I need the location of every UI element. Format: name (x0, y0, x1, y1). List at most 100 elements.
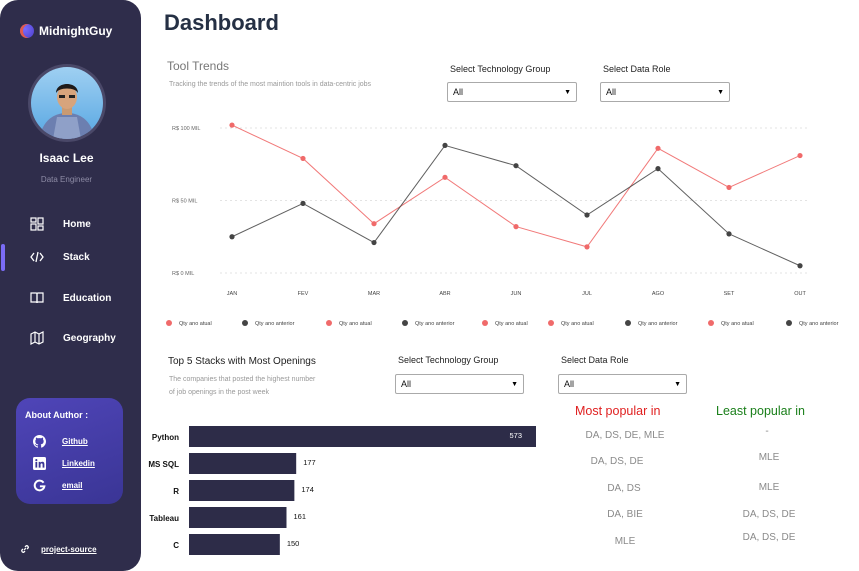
bar-value-label: 573 (509, 431, 522, 440)
x-tick-label: FEV (298, 291, 309, 297)
most-popular-python: DA, DS, DE, MLE (585, 430, 665, 441)
data-point (584, 244, 590, 250)
legend-label: Qty ano atual (339, 321, 372, 327)
about-author-title: About Author : (25, 410, 89, 420)
least-popular-c: DA, DS, DE (742, 532, 796, 543)
bar-category-label: Python (152, 433, 179, 442)
chevron-down-icon: ▼ (674, 381, 681, 388)
least-popular-mssql: MLE (758, 452, 780, 463)
nav-label-education: Education (63, 292, 112, 304)
data-point (442, 142, 448, 148)
data-point (229, 234, 235, 240)
x-tick-label: ABR (439, 291, 450, 297)
chevron-down-icon: ▼ (717, 89, 724, 96)
data-point (655, 166, 661, 172)
top-stacks-subtitle-1: The companies that posted the highest nu… (169, 376, 316, 383)
user-name: Isaac Lee (39, 151, 94, 165)
y-tick-label: R$ 100 MIL (172, 126, 200, 132)
github-link[interactable]: Github (33, 435, 88, 448)
legend-label: Qty ano anterior (415, 321, 455, 327)
data-point (513, 163, 519, 169)
nav-item-education[interactable]: Education (0, 285, 141, 311)
nav-label-home: Home (63, 218, 91, 230)
linkedin-icon (33, 457, 46, 470)
nav-label-stack: Stack (63, 251, 90, 263)
linkedin-link[interactable]: Linkedin (33, 457, 95, 470)
bar (189, 453, 297, 474)
link-icon (21, 545, 29, 553)
bar-category-label: C (173, 541, 179, 550)
nav-item-home[interactable]: Home (0, 211, 141, 237)
most-popular-tableau: DA, BIE (607, 509, 643, 520)
page-title: Dashboard (164, 10, 279, 35)
stacks-data-role-value: All (564, 379, 575, 389)
legend-label: Qty ano atual (179, 321, 212, 327)
data-point (300, 155, 306, 162)
github-icon (33, 435, 46, 448)
brand[interactable]: MidnightGuy (20, 24, 112, 38)
stacks-tech-group-value: All (401, 379, 412, 389)
bar (189, 480, 295, 501)
stacks-data-role-select[interactable]: All ▼ (558, 374, 687, 394)
legend-marker (166, 320, 172, 326)
trends-tech-group-label: Select Technology Group (450, 64, 551, 74)
bar-category-label: MS SQL (148, 460, 179, 469)
google-icon (33, 479, 46, 492)
brand-logo-icon (20, 24, 34, 38)
x-tick-label: OUT (794, 291, 806, 297)
data-point (371, 239, 377, 246)
most-popular-header: Most popular in (575, 404, 661, 418)
legend-marker (402, 320, 408, 326)
project-source-label: project-source (41, 544, 97, 554)
legend-label: Qty ano atual (495, 321, 528, 327)
chevron-down-icon: ▼ (511, 381, 518, 388)
legend-label: Qty ano anterior (638, 321, 678, 327)
chevron-down-icon: ▼ (564, 89, 571, 96)
bar-category-label: R (173, 487, 179, 496)
nav-item-stack[interactable]: Stack (0, 244, 141, 270)
user-role: Data Engineer (40, 175, 93, 184)
least-popular-header: Least popular in (716, 404, 805, 418)
x-tick-label: AGO (652, 291, 665, 297)
data-point (726, 231, 732, 237)
data-point (584, 212, 590, 218)
data-point (797, 263, 803, 269)
x-tick-label: MAR (368, 291, 380, 297)
data-point (655, 145, 661, 151)
legend-label: Qty ano atual (561, 321, 594, 327)
linkedin-label: Linkedin (62, 459, 95, 468)
trends-data-role-select[interactable]: All ▼ (600, 82, 730, 102)
about-author-card: About Author : Github Linkedin email (16, 398, 123, 504)
bar (189, 426, 536, 447)
avatar-photo (31, 67, 103, 139)
brand-name: MidnightGuy (39, 24, 113, 38)
x-tick-label: JUL (582, 291, 592, 297)
nav-item-geography[interactable]: Geography (0, 325, 141, 351)
sidebar: MidnightGuy Isaac Lee Data Engineer Home… (0, 0, 141, 571)
legend-marker (242, 320, 248, 326)
top-stacks-subtitle-2: of job openings in the post week (169, 389, 270, 396)
stacks-tech-group-select[interactable]: All ▼ (395, 374, 524, 394)
legend-label: Qty ano atual (721, 321, 754, 327)
nav-label-geography: Geography (63, 332, 116, 344)
code-icon (30, 251, 44, 263)
stacks-data-role-label: Select Data Role (561, 355, 629, 365)
trends-tech-group-select[interactable]: All ▼ (447, 82, 577, 102)
project-source-link[interactable]: project-source (20, 544, 97, 554)
bar (189, 534, 280, 555)
bar-value-label: 150 (287, 539, 300, 548)
data-point (442, 174, 448, 180)
top-stacks-title: Top 5 Stacks with Most Openings (168, 356, 316, 367)
github-label: Github (62, 437, 88, 446)
tool-trends-chart: R$ 0 MIL R$ 50 MIL R$ 100 MIL JAN FEV MAR ABR J… (160, 118, 859, 338)
bar-value-label: 177 (303, 458, 316, 467)
tool-trends-title: Tool Trends (167, 59, 230, 73)
trends-data-role-value: All (606, 87, 617, 97)
trends-data-role-label: Select Data Role (603, 64, 671, 74)
least-popular-r: MLE (758, 482, 780, 493)
email-link[interactable]: email (33, 479, 82, 492)
legend-marker (625, 320, 631, 326)
map-icon (30, 331, 44, 345)
avatar (28, 64, 106, 142)
bar-value-label: 174 (301, 485, 314, 494)
